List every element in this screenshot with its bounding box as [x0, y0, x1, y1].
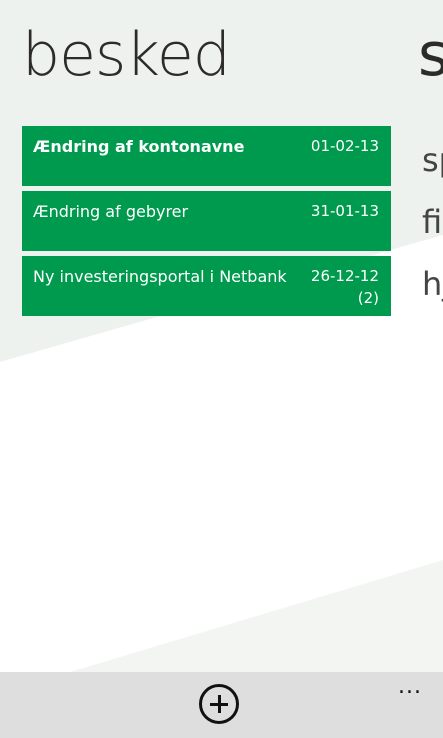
message-date: 26-12-12: [310, 267, 379, 285]
message-date: 31-01-13: [310, 202, 379, 220]
message-item[interactable]: Ændring af kontonavne 01-02-13: [22, 126, 391, 186]
next-pivot-list: sp fi hj: [422, 140, 443, 326]
message-list: Ændring af kontonavne 01-02-13 Ændring a…: [22, 126, 391, 321]
page-title: besked: [22, 20, 231, 90]
message-subject: Ændring af gebyrer: [33, 202, 189, 221]
app-bar: ...: [0, 672, 443, 738]
message-item[interactable]: Ændring af gebyrer 31-01-13: [22, 191, 391, 251]
message-date: 01-02-13: [310, 137, 379, 155]
next-pivot-item[interactable]: sp: [422, 140, 443, 202]
plus-circle-icon[interactable]: [199, 684, 239, 724]
next-pivot-title[interactable]: s: [418, 22, 443, 88]
background-shape: [0, 0, 443, 672]
more-options-button[interactable]: ...: [395, 674, 425, 699]
next-pivot-item[interactable]: fi: [422, 202, 443, 264]
message-subject: Ny investeringsportal i Netbank: [33, 267, 287, 286]
message-item[interactable]: Ny investeringsportal i Netbank 26-12-12…: [22, 256, 391, 316]
message-subject: Ændring af kontonavne: [33, 137, 245, 156]
message-reply-count: (2): [357, 289, 379, 307]
next-pivot-item[interactable]: hj: [422, 264, 443, 326]
